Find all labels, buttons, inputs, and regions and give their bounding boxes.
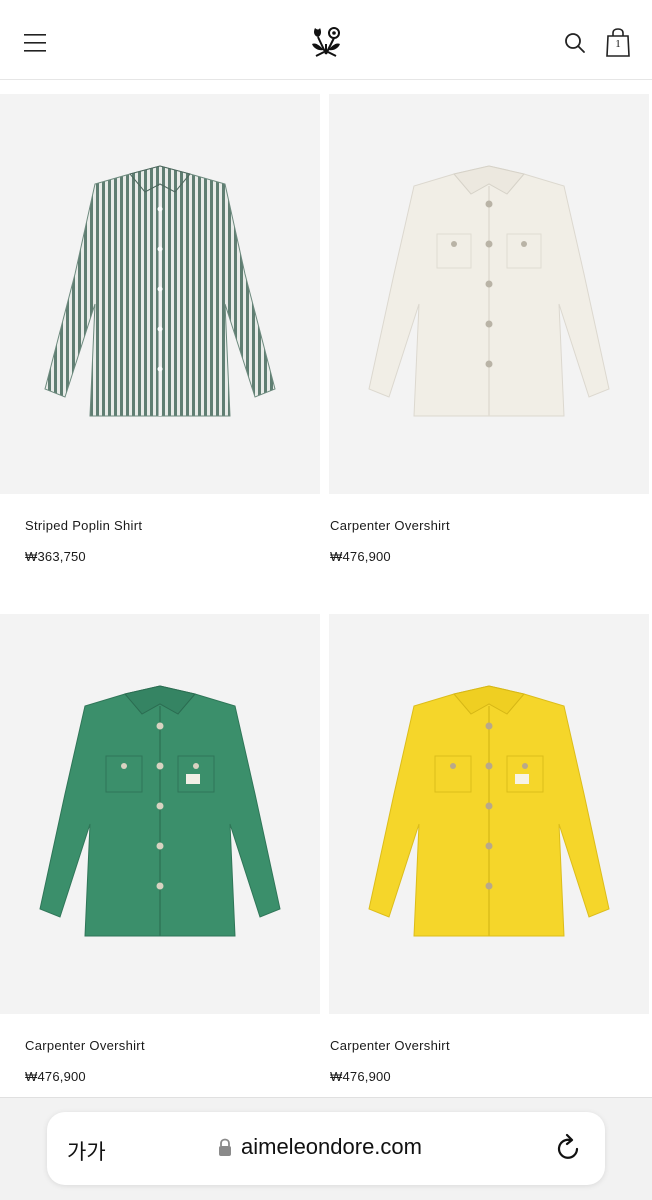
product-price: ₩476,900: [330, 549, 391, 564]
product-image[interactable]: [0, 94, 320, 494]
product-card[interactable]: Striped Poplin Shirt ₩363,750: [0, 94, 320, 564]
reload-icon[interactable]: [555, 1132, 583, 1162]
product-price: ₩476,900: [25, 1069, 86, 1084]
cart-count: 1: [615, 38, 621, 50]
flower-logo-icon: [312, 27, 340, 57]
product-price: ₩476,900: [330, 1069, 391, 1084]
product-name[interactable]: Carpenter Overshirt: [330, 518, 450, 533]
product-price: ₩363,750: [25, 549, 86, 564]
cream-overshirt-image: [368, 165, 610, 417]
product-image[interactable]: [329, 94, 649, 494]
striped-shirt-image: [44, 165, 276, 417]
product-name[interactable]: Carpenter Overshirt: [25, 1038, 145, 1053]
site-header: 1: [0, 0, 652, 80]
hamburger-icon: [24, 34, 46, 52]
product-name[interactable]: Striped Poplin Shirt: [25, 518, 142, 533]
product-name[interactable]: Carpenter Overshirt: [330, 1038, 450, 1053]
menu-button[interactable]: [20, 28, 50, 58]
address-bar[interactable]: 가가 aimeleondore.com: [47, 1112, 605, 1185]
yellow-overshirt-image: [368, 685, 610, 937]
product-image[interactable]: [329, 614, 649, 1014]
product-image[interactable]: [0, 614, 320, 1014]
text-size-button[interactable]: 가가: [67, 1136, 106, 1166]
product-card[interactable]: Carpenter Overshirt ₩476,900: [329, 94, 649, 564]
product-card[interactable]: Carpenter Overshirt ₩476,900: [0, 614, 320, 1084]
search-button[interactable]: [560, 28, 590, 58]
green-overshirt-image: [39, 685, 281, 937]
brand-logo[interactable]: [304, 22, 348, 62]
search-icon: [565, 33, 585, 53]
url-text[interactable]: aimeleondore.com: [241, 1134, 422, 1160]
product-card[interactable]: Carpenter Overshirt ₩476,900: [329, 614, 649, 1084]
cart-button[interactable]: 1: [602, 26, 634, 60]
lock-icon: [219, 1138, 231, 1156]
